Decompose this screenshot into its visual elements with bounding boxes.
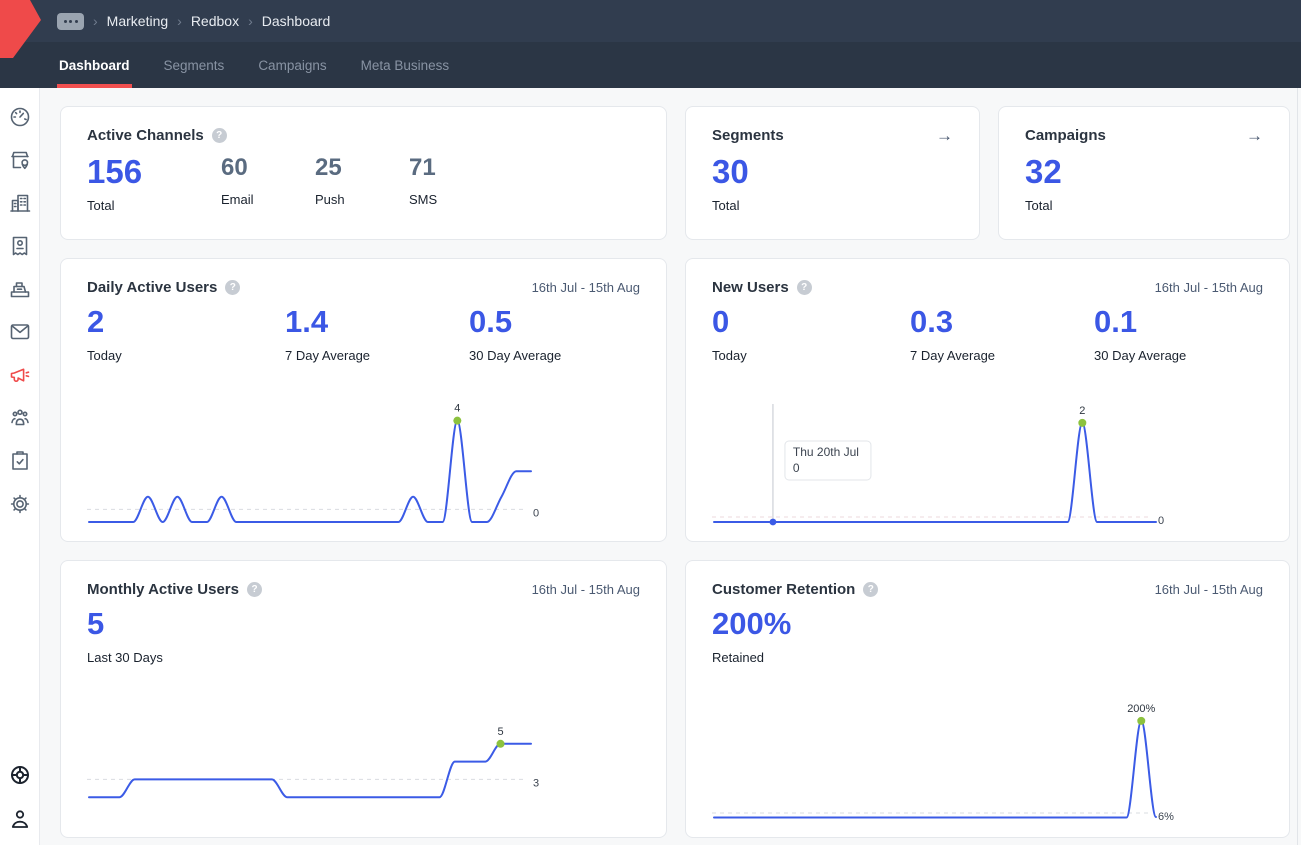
segments-total: 30 [712,151,953,192]
help-icon[interactable]: ? [225,280,240,295]
billing-receipt-icon[interactable] [8,234,32,258]
breadcrumb: › Marketing › Redbox › Dashboard [57,0,330,42]
svg-text:6%: 6% [1158,811,1174,823]
chevron-right-icon: › [93,14,98,28]
svg-text:4: 4 [454,403,460,415]
daily-active-users-title: Daily Active Users [87,279,217,296]
help-lifebuoy-icon[interactable] [8,763,32,787]
new-users-7day-average: 0.3 [910,303,1094,342]
svg-text:0: 0 [533,507,539,519]
arrow-right-icon: → [936,126,953,145]
tab-bar: Dashboard Segments Campaigns Meta Busine… [0,42,1301,88]
date-range: 16th Jul - 15th Aug [1155,582,1263,597]
dau-today: 2 [87,303,285,342]
stat-label: SMS [409,192,640,207]
breadcrumb-ellipsis-button[interactable] [57,13,84,30]
storefront-icon[interactable] [8,148,32,172]
stat-label: Retained [712,650,1263,665]
campaigns-total: 32 [1025,151,1263,192]
organization-buildings-icon[interactable] [8,191,32,215]
breadcrumb-item-dashboard[interactable]: Dashboard [262,13,331,29]
monthly-active-users-title: Monthly Active Users [87,581,239,598]
chevron-right-icon: › [177,14,182,28]
help-icon[interactable]: ? [212,128,227,143]
help-icon[interactable]: ? [247,582,262,597]
date-range: 16th Jul - 15th Aug [1155,280,1263,295]
sidebar [0,88,40,845]
chevron-right-icon: › [248,14,253,28]
monthly-active-users-chart[interactable]: 35 [87,708,567,828]
stat-label: Total [1025,198,1263,213]
breadcrumb-item-marketing[interactable]: Marketing [107,13,168,29]
date-range: 16th Jul - 15th Aug [532,582,640,597]
date-range: 16th Jul - 15th Aug [532,280,640,295]
new-users-today: 0 [712,303,910,342]
svg-text:0: 0 [793,461,800,475]
new-users-card: New Users ? 16th Jul - 15th Aug 0 Today … [685,258,1290,542]
open-segments-button[interactable]: → [936,127,953,144]
pos-register-icon[interactable] [8,277,32,301]
marketing-megaphone-icon[interactable] [8,363,32,387]
stat-label: 30 Day Average [1094,348,1263,363]
stat-label: Today [712,348,910,363]
account-person-icon[interactable] [8,807,32,831]
stat-label: 30 Day Average [469,348,640,363]
arrow-right-icon: → [1246,126,1263,145]
stat-label: Push [315,192,409,207]
sidebar-bottom [8,763,32,831]
open-campaigns-button[interactable]: → [1246,127,1263,144]
stat-label: Email [221,192,315,207]
customer-retention-chart[interactable]: 6% 200% [712,688,1192,833]
daily-active-users-chart[interactable]: 04 [87,390,567,535]
svg-text:2: 2 [1079,405,1085,417]
campaigns-title: Campaigns [1025,127,1106,144]
tasks-clipboard-icon[interactable] [8,449,32,473]
tab-campaigns[interactable]: Campaigns [256,42,328,88]
brand-logo [0,0,44,65]
new-users-chart[interactable]: 0 2 Thu 20th Jul 0 [712,390,1192,535]
svg-text:Thu 20th Jul: Thu 20th Jul [793,445,859,459]
stat-label: 7 Day Average [285,348,469,363]
segments-title: Segments [712,127,784,144]
stat-label: Last 30 Days [87,650,640,665]
monthly-active-users-card: Monthly Active Users ? 16th Jul - 15th A… [60,560,667,838]
tab-meta-business[interactable]: Meta Business [359,42,452,88]
svg-text:200%: 200% [1127,703,1155,715]
messages-envelope-icon[interactable] [8,320,32,344]
stat-label: Today [87,348,285,363]
breadcrumb-item-redbox[interactable]: Redbox [191,13,239,29]
dashboard-gauge-icon[interactable] [8,105,32,129]
stat-label: Total [712,198,953,213]
scrollbar-track[interactable] [1297,88,1298,845]
team-people-icon[interactable] [8,406,32,430]
tab-segments[interactable]: Segments [162,42,227,88]
active-channels-total: 156 [87,151,221,192]
svg-text:3: 3 [533,777,539,789]
active-channels-push: 25 [315,151,409,186]
svg-text:5: 5 [497,726,503,738]
campaigns-card: Campaigns → 32 Total [998,106,1290,240]
dashboard-content: Active Channels ? 156 Total 60 Email 25 … [40,88,1301,845]
mau-last-30-days: 5 [87,605,640,644]
new-users-30day-average: 0.1 [1094,303,1263,342]
daily-active-users-card: Daily Active Users ? 16th Jul - 15th Aug… [60,258,667,542]
customer-retention-title: Customer Retention [712,581,855,598]
active-channels-email: 60 [221,151,315,186]
retention-percent: 200% [712,605,1263,644]
dau-30day-average: 0.5 [469,303,640,342]
help-icon[interactable]: ? [797,280,812,295]
new-users-title: New Users [712,279,789,296]
stat-label: Total [87,198,221,213]
settings-gear-icon[interactable] [8,492,32,516]
active-channels-sms: 71 [409,151,640,186]
active-channels-title: Active Channels [87,127,204,144]
customer-retention-card: Customer Retention ? 16th Jul - 15th Aug… [685,560,1290,838]
dau-7day-average: 1.4 [285,303,469,342]
segments-card: Segments → 30 Total [685,106,980,240]
active-channels-card: Active Channels ? 156 Total 60 Email 25 … [60,106,667,240]
tab-dashboard[interactable]: Dashboard [57,42,132,88]
help-icon[interactable]: ? [863,582,878,597]
stat-label: 7 Day Average [910,348,1094,363]
svg-text:0: 0 [1158,515,1164,527]
